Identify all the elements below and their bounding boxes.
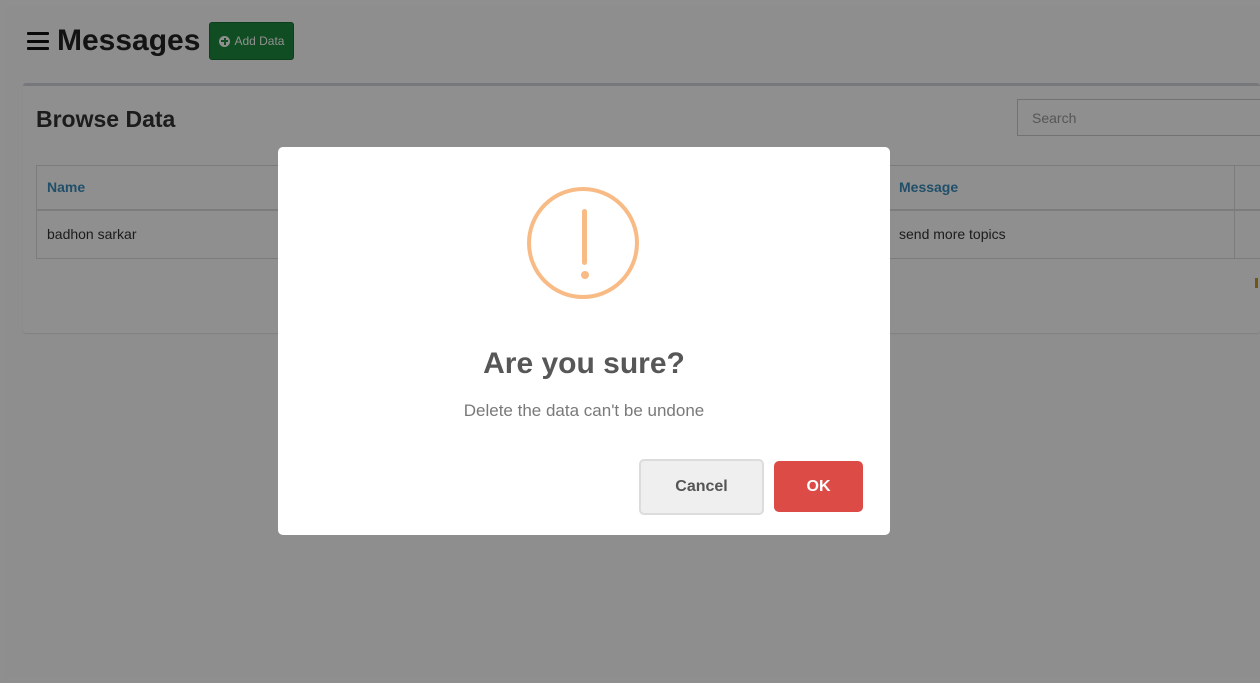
dialog-text: Delete the data can't be undone [463,401,705,420]
ok-button[interactable]: OK [774,461,863,512]
dialog-title: Are you sure? [483,347,685,380]
cancel-button[interactable]: Cancel [639,459,764,515]
confirm-dialog: Are you sure? Delete the data can't be u… [278,147,890,535]
warning-icon [527,187,639,299]
